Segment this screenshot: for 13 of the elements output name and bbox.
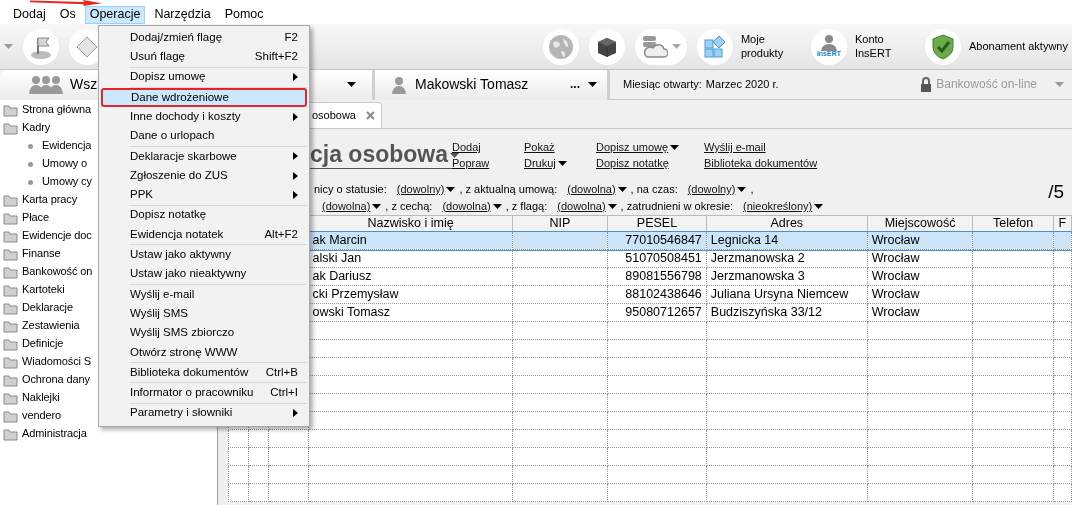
filter-label: , zatrudnieni w okresie: <box>620 199 734 214</box>
month-value: Marzec 2020 r. <box>705 77 779 92</box>
filter-label: , z flagą: <box>505 199 548 214</box>
filter-label: , z aktualną umową: <box>459 182 558 197</box>
month-label: Miesiąc otwarty: <box>623 77 702 92</box>
filter-label: , na czas: <box>630 182 678 197</box>
filter-label: , z cechą: <box>385 199 433 214</box>
more-text: ... <box>570 77 580 92</box>
person-name: Makowski Tomasz <box>415 76 529 93</box>
filter-label: nicy o statusie: <box>314 182 387 197</box>
filter-label: , <box>750 182 754 197</box>
group-label: Wsz <box>70 76 98 93</box>
record-count: /5 <box>1048 181 1064 204</box>
